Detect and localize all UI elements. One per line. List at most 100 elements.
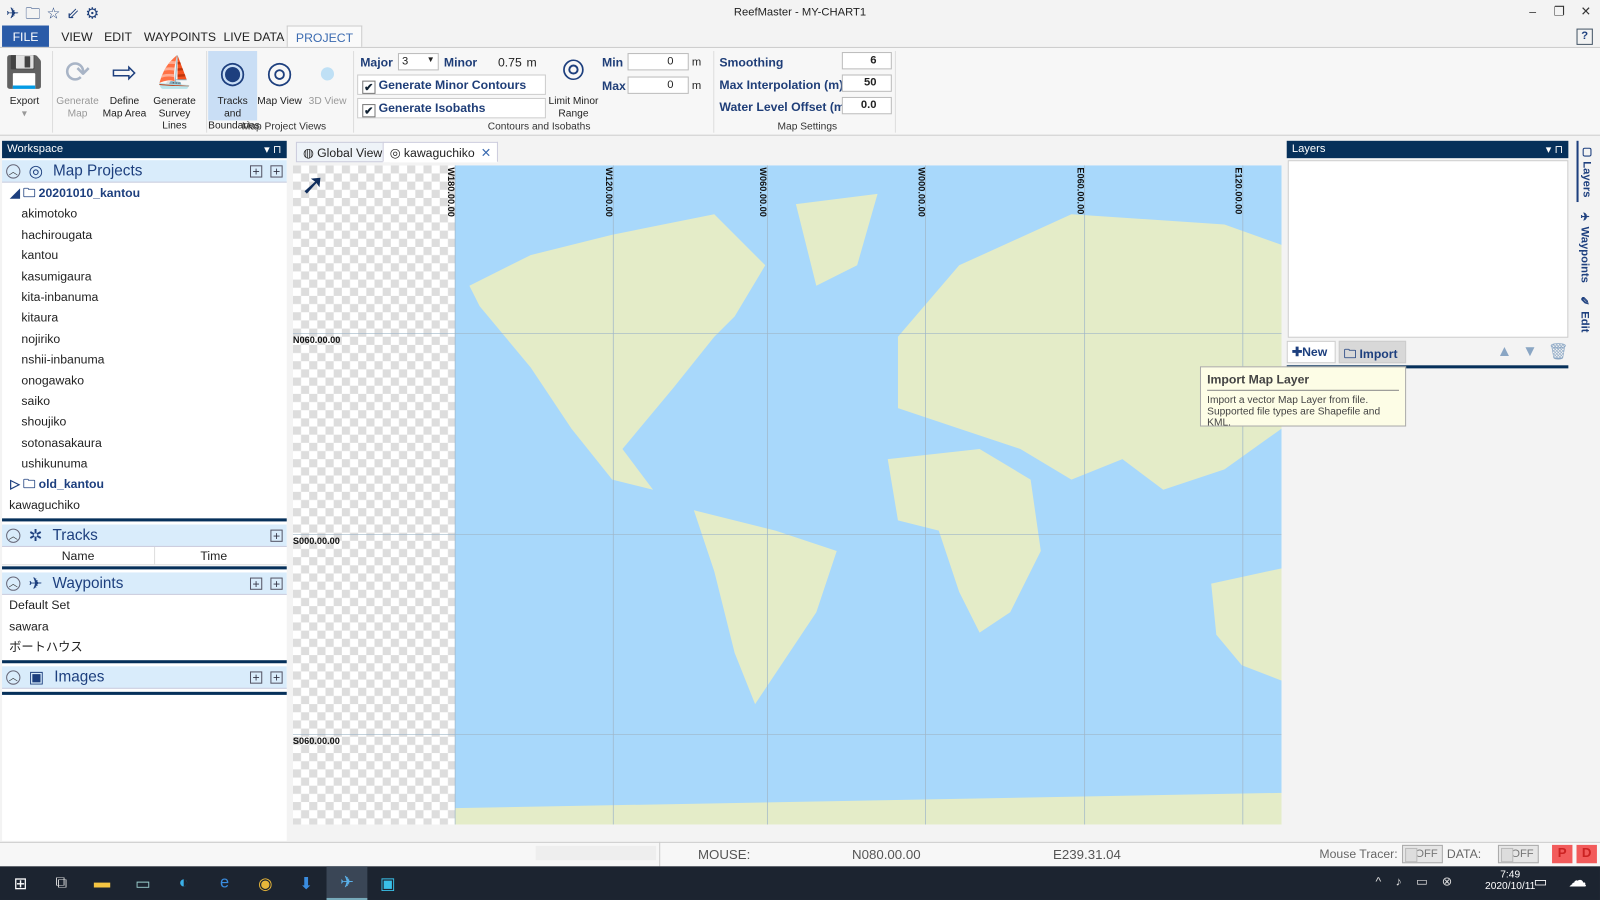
clock[interactable]: 7:49 2020/10/11: [1485, 869, 1536, 891]
side-tab-waypoints[interactable]: ✈ Waypoints: [1577, 202, 1594, 291]
list-item[interactable]: kitaura: [2, 307, 287, 328]
tracks-header[interactable]: ︿ ✲ Tracks +: [2, 524, 287, 548]
collapse-icon[interactable]: ︿: [6, 163, 21, 179]
pin-icon[interactable]: ▾ ⊓: [264, 143, 282, 156]
d-button[interactable]: D: [1576, 844, 1597, 864]
move-down-icon[interactable]: ▼: [1522, 343, 1537, 360]
water-level-offset-input[interactable]: 0.0: [841, 96, 892, 115]
smoothing-input[interactable]: 6: [841, 52, 892, 70]
menu-view[interactable]: VIEW: [53, 26, 101, 47]
folder-old-kantou[interactable]: ▷ 🗀 old_kantou: [2, 474, 287, 495]
map-canvas[interactable]: W180.00.00 W120.00.00 W060.00.00 W000.00…: [292, 165, 1282, 825]
waypoint-set[interactable]: sawara: [2, 616, 287, 637]
side-tab-edit[interactable]: ✎ Edit: [1577, 291, 1594, 337]
list-item[interactable]: nojiriko: [2, 328, 287, 349]
app-window-icon[interactable]: ▭: [122, 866, 163, 900]
major-select[interactable]: 3 ▼: [397, 53, 439, 71]
generate-map-button[interactable]: ⟳ Generate Map: [53, 51, 102, 120]
limit-minor-range-label[interactable]: Limit Minor Range: [545, 96, 602, 120]
list-item[interactable]: kasumigaura: [2, 266, 287, 287]
menu-project[interactable]: PROJECT: [286, 25, 363, 47]
side-tab-layers[interactable]: ▢ Layers: [1576, 140, 1596, 202]
max-interpolation-input[interactable]: 50: [841, 74, 892, 92]
collapse-icon[interactable]: ︿: [6, 576, 21, 591]
images-header[interactable]: ︿ ▣ Images + +: [2, 666, 287, 690]
waypoint-set[interactable]: Default Set: [2, 595, 287, 616]
list-item[interactable]: akimotoko: [2, 203, 287, 224]
waypoints-header[interactable]: ︿ ✈ Waypoints + +: [2, 572, 287, 596]
define-map-area-button[interactable]: ⇨ Define Map Area: [100, 51, 149, 120]
min-input[interactable]: 0: [627, 53, 689, 71]
pin-icon[interactable]: ▾ ⊓: [1546, 143, 1564, 156]
app-taskbar-icon[interactable]: ▣: [367, 866, 408, 900]
import-layer-button[interactable]: 🗀 Import: [1338, 340, 1407, 364]
task-view-icon[interactable]: ⧉: [41, 866, 82, 900]
tracks-and-boundaries-button[interactable]: ◉ Tracks and Boundaries: [208, 51, 260, 132]
waypoint-set[interactable]: ボートハウス: [2, 637, 287, 658]
collapse-icon[interactable]: ︿: [6, 670, 21, 685]
list-item[interactable]: onogawako: [2, 370, 287, 391]
map-view-button[interactable]: ◎ Map View: [255, 51, 304, 108]
import-icon[interactable]: +: [270, 529, 283, 543]
download-icon[interactable]: ⬇: [286, 866, 327, 900]
list-item[interactable]: kantou: [2, 245, 287, 266]
export-button[interactable]: 💾 Export ▾: [0, 51, 49, 120]
close-tab-icon[interactable]: ✕: [481, 146, 491, 160]
3d-view-button[interactable]: ● 3D View: [303, 51, 352, 108]
generate-survey-lines-button[interactable]: ⛵ Generate Survey Lines: [148, 51, 201, 133]
menu-file[interactable]: FILE: [2, 25, 49, 47]
list-item[interactable]: nshii-inbanuma: [2, 349, 287, 370]
generate-minor-contours-checkbox[interactable]: ✔ Generate Minor Contours: [357, 74, 546, 95]
limit-minor-range-icon[interactable]: ⦾: [551, 54, 596, 88]
tab-kawaguchiko[interactable]: ◎ kawaguchiko ✕: [382, 141, 499, 163]
add-icon[interactable]: +: [249, 165, 263, 178]
group-label-views: Map Project Views: [241, 121, 327, 133]
notifications-icon[interactable]: ▭: [1534, 873, 1548, 890]
reefmaster-taskbar-icon[interactable]: ✈: [326, 866, 368, 900]
list-item[interactable]: kita-inbanuma: [2, 287, 287, 308]
add-icon[interactable]: +: [249, 577, 263, 591]
list-item[interactable]: saiko: [2, 391, 287, 412]
menu-edit[interactable]: EDIT: [96, 26, 140, 47]
cloud-icon[interactable]: ☁: [1568, 870, 1586, 891]
file-explorer-icon[interactable]: ▬: [82, 866, 123, 900]
list-item[interactable]: hachirougata: [2, 224, 287, 245]
data-toggle[interactable]: OFF: [1497, 844, 1539, 864]
list-item[interactable]: ushikunuma: [2, 453, 287, 474]
folder-20201010-kantou[interactable]: ◢ 🗀 20201010_kantou: [2, 183, 287, 204]
import-icon[interactable]: +: [270, 671, 283, 685]
edge-browser-icon[interactable]: ◐: [163, 866, 204, 900]
close-window-button[interactable]: ✕: [1572, 4, 1599, 18]
p-button[interactable]: P: [1552, 844, 1573, 864]
system-tray-icons[interactable]: ^♪▭⊗: [1375, 874, 1466, 888]
windows-start-icon[interactable]: ⊞: [0, 866, 41, 900]
import-icon[interactable]: +: [270, 577, 283, 591]
menu-waypoints[interactable]: WAYPOINTS: [136, 26, 224, 47]
move-up-icon[interactable]: ▲: [1497, 343, 1512, 360]
map-projects-header[interactable]: ︿ ◎ Map Projects + +: [2, 160, 287, 183]
menu-live-data[interactable]: LIVE DATA: [215, 26, 292, 47]
collapse-icon[interactable]: ︿: [6, 528, 21, 543]
tab-global-view[interactable]: ◍ Global View: [295, 141, 390, 163]
mouse-lat: N080.00.00: [852, 846, 921, 863]
list-item[interactable]: shoujiko: [2, 412, 287, 433]
mouse-tracer-toggle[interactable]: OFF: [1402, 844, 1443, 864]
major-value: 3: [402, 55, 409, 68]
internet-explorer-icon[interactable]: e: [204, 866, 245, 900]
column-time[interactable]: Time: [155, 547, 272, 564]
help-icon[interactable]: ?: [1576, 28, 1593, 45]
minimize-button[interactable]: –: [1519, 4, 1546, 18]
max-input[interactable]: 0: [627, 76, 689, 94]
restore-button[interactable]: ❐: [1546, 4, 1573, 18]
new-layer-button[interactable]: ✚New: [1286, 340, 1336, 364]
column-name[interactable]: Name: [2, 547, 156, 565]
generate-isobaths-checkbox[interactable]: ✔ Generate Isobaths: [357, 97, 546, 119]
import-icon[interactable]: +: [270, 165, 283, 178]
add-icon[interactable]: +: [249, 671, 263, 685]
layers-list[interactable]: [1287, 160, 1569, 338]
list-item[interactable]: sotonasakaura: [2, 432, 287, 453]
side-tab-label: Waypoints: [1578, 226, 1591, 283]
delete-trash-icon[interactable]: 🗑: [1548, 342, 1569, 362]
list-item[interactable]: kawaguchiko: [2, 495, 287, 516]
chrome-icon[interactable]: ◉: [245, 866, 286, 900]
